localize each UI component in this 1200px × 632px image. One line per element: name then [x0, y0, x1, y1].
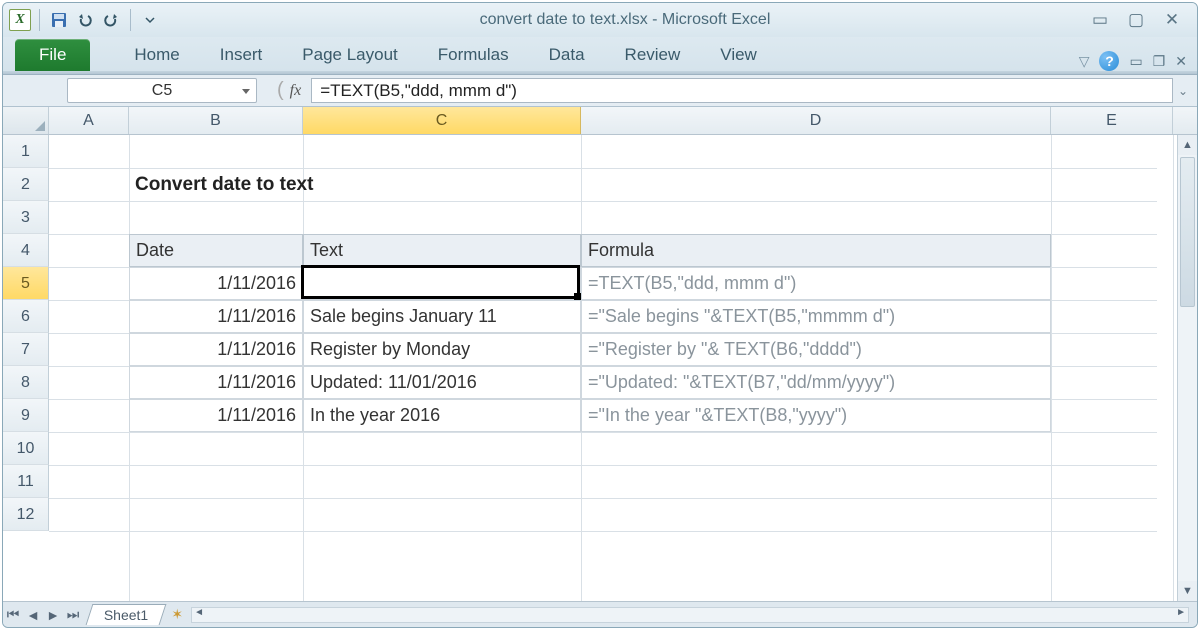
- sheet-tab[interactable]: Sheet1: [86, 604, 167, 625]
- row-header-7[interactable]: 7: [3, 333, 49, 366]
- row-header-1[interactable]: 1: [3, 135, 49, 168]
- col-header-A[interactable]: A: [49, 107, 129, 134]
- tab-home[interactable]: Home: [114, 39, 199, 71]
- tab-review[interactable]: Review: [605, 39, 701, 71]
- cell-heading[interactable]: Convert date to text: [129, 168, 581, 201]
- scroll-down-icon[interactable]: ▼: [1178, 581, 1197, 601]
- qat-customize-button[interactable]: [139, 9, 161, 31]
- scroll-thumb[interactable]: [1180, 157, 1195, 307]
- worksheet-grid[interactable]: 123456789101112 Convert date to textDate…: [3, 135, 1197, 601]
- row-header-5[interactable]: 5: [3, 267, 49, 300]
- cell-date-6[interactable]: 1/11/2016: [129, 300, 303, 333]
- cell-formula-7[interactable]: ="Register by "& TEXT(B6,"dddd"): [581, 333, 1051, 366]
- cell-formula-5[interactable]: =TEXT(B5,"ddd, mmm d"): [581, 267, 1051, 300]
- horizontal-scrollbar[interactable]: [191, 607, 1189, 623]
- redo-button[interactable]: [100, 9, 122, 31]
- help-icon[interactable]: ?: [1099, 51, 1119, 71]
- sheet-nav-last-icon[interactable]: ⏭: [63, 606, 83, 623]
- scroll-up-icon[interactable]: ▲: [1178, 135, 1197, 155]
- mdi-min-icon[interactable]: ▭: [1129, 53, 1142, 70]
- application-window: convert date to text.xlsx - Microsoft Ex…: [2, 2, 1198, 628]
- tab-data[interactable]: Data: [529, 39, 605, 71]
- cell-text-5[interactable]: Mon, Jan 11: [303, 267, 581, 300]
- window-title: convert date to text.xlsx - Microsoft Ex…: [161, 11, 1089, 29]
- fx-icon[interactable]: fx: [290, 82, 302, 100]
- cell-date-9[interactable]: 1/11/2016: [129, 399, 303, 432]
- cancel-formula-icon: (: [277, 79, 284, 102]
- row-header-12[interactable]: 12: [3, 498, 49, 531]
- table-header-text[interactable]: Text: [303, 234, 581, 267]
- cells-area[interactable]: Convert date to text DateTextFormula 1/11/…: [49, 135, 1177, 601]
- maximize-button[interactable]: ▢: [1125, 10, 1147, 30]
- col-header-D[interactable]: D: [581, 107, 1051, 134]
- cell-text-9[interactable]: In the year 2016: [303, 399, 581, 432]
- qat-separator: [39, 9, 40, 31]
- col-header-E[interactable]: E: [1051, 107, 1173, 134]
- formula-bar-row: C5 ( fx =TEXT(B5,"ddd, mmm d") ⌄: [3, 75, 1197, 107]
- row-header-10[interactable]: 10: [3, 432, 49, 465]
- mdi-close-icon[interactable]: ✕: [1175, 53, 1187, 70]
- name-box[interactable]: C5: [67, 78, 257, 103]
- tab-insert[interactable]: Insert: [200, 39, 283, 71]
- cell-date-7[interactable]: 1/11/2016: [129, 333, 303, 366]
- mdi-restore-icon[interactable]: ❐: [1153, 53, 1166, 70]
- cell-date-8[interactable]: 1/11/2016: [129, 366, 303, 399]
- sheet-tab-bar: ⏮ ◄ ► ⏭ Sheet1 ✶: [3, 601, 1197, 627]
- row-header-11[interactable]: 11: [3, 465, 49, 498]
- sheet-nav-prev-icon[interactable]: ◄: [23, 607, 43, 623]
- undo-button[interactable]: [74, 9, 96, 31]
- vertical-scrollbar[interactable]: ▲ ▼: [1177, 135, 1197, 601]
- file-tab[interactable]: File: [15, 39, 90, 71]
- quick-access-toolbar: [9, 9, 161, 31]
- qat-separator: [130, 9, 131, 31]
- tab-view[interactable]: View: [700, 39, 777, 71]
- sheet-nav-next-icon[interactable]: ►: [43, 607, 63, 623]
- cell-text-7[interactable]: Register by Monday: [303, 333, 581, 366]
- table-header-formula[interactable]: Formula: [581, 234, 1051, 267]
- save-button[interactable]: [48, 9, 70, 31]
- row-headers: 123456789101112: [3, 135, 49, 601]
- cell-date-5[interactable]: 1/11/2016: [129, 267, 303, 300]
- cell-text-8[interactable]: Updated: 11/01/2016: [303, 366, 581, 399]
- sheet-nav-first-icon[interactable]: ⏮: [3, 606, 23, 623]
- excel-logo-icon[interactable]: [9, 9, 31, 31]
- row-header-2[interactable]: 2: [3, 168, 49, 201]
- close-button[interactable]: ✕: [1161, 10, 1183, 30]
- cell-formula-8[interactable]: ="Updated: "&TEXT(B7,"dd/mm/yyyy"): [581, 366, 1051, 399]
- new-sheet-icon[interactable]: ✶: [171, 606, 183, 623]
- expand-formula-bar-icon[interactable]: ⌄: [1173, 84, 1193, 98]
- ribbon-minimize-icon[interactable]: ▽: [1079, 53, 1090, 70]
- cell-formula-9[interactable]: ="In the year "&TEXT(B8,"yyyy"): [581, 399, 1051, 432]
- minimize-button[interactable]: ▭: [1089, 10, 1111, 30]
- row-header-9[interactable]: 9: [3, 399, 49, 432]
- cell-text-6[interactable]: Sale begins January 11: [303, 300, 581, 333]
- formula-input[interactable]: =TEXT(B5,"ddd, mmm d"): [311, 78, 1173, 103]
- ribbon-tabs: File Home Insert Page Layout Formulas Da…: [3, 37, 1197, 71]
- tab-formulas[interactable]: Formulas: [418, 39, 529, 71]
- col-header-B[interactable]: B: [129, 107, 303, 134]
- table-header-date[interactable]: Date: [129, 234, 303, 267]
- col-header-C[interactable]: C: [303, 107, 581, 134]
- tab-page-layout[interactable]: Page Layout: [282, 39, 417, 71]
- row-header-8[interactable]: 8: [3, 366, 49, 399]
- row-header-3[interactable]: 3: [3, 201, 49, 234]
- window-controls: ▭ ▢ ✕: [1089, 10, 1191, 30]
- title-bar: convert date to text.xlsx - Microsoft Ex…: [3, 3, 1197, 37]
- select-all-corner[interactable]: [3, 107, 49, 134]
- row-header-6[interactable]: 6: [3, 300, 49, 333]
- row-header-4[interactable]: 4: [3, 234, 49, 267]
- column-headers: ABCDE: [3, 107, 1197, 135]
- cell-formula-6[interactable]: ="Sale begins "&TEXT(B5,"mmmm d"): [581, 300, 1051, 333]
